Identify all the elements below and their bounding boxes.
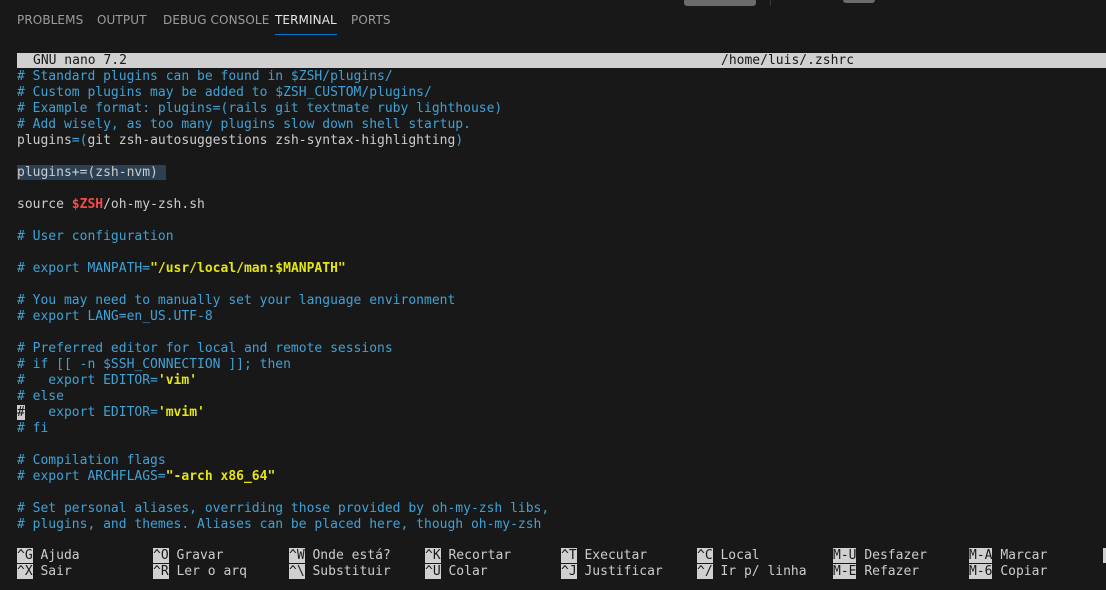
terminal-view[interactable]: GNU nano 7.2 /home/luis/.zshrc # Standar… xyxy=(0,40,1106,590)
editor-line[interactable]: # Custom plugins may be added to $ZSH_CU… xyxy=(17,85,432,101)
editor-line[interactable]: source $ZSH/oh-my-zsh.sh xyxy=(17,197,205,213)
shortcut-where-is[interactable]: ^W Onde está? xyxy=(289,548,391,564)
editor-line[interactable]: # fi xyxy=(17,421,48,437)
shortcut-mark[interactable]: M-A Marcar xyxy=(969,548,1047,564)
nano-title-bar: GNU nano 7.2 /home/luis/.zshrc xyxy=(17,53,1106,68)
plugins-list: git zsh-autosuggestions zsh-syntax-highl… xyxy=(87,133,456,148)
zsh-variable: $ZSH xyxy=(71,197,104,212)
string-literal: "-arch x86_64" xyxy=(165,469,276,484)
shortcut-exit[interactable]: ^X Sair xyxy=(17,564,72,580)
shortcut-undo[interactable]: M-U Desfazer xyxy=(833,548,927,564)
tab-terminal[interactable]: TERMINAL xyxy=(275,13,337,35)
editor-line[interactable]: # You may need to manually set your lang… xyxy=(17,293,455,309)
editor-line[interactable]: # plugins, and themes. Aliases can be pl… xyxy=(17,517,541,533)
source-path: /oh-my-zsh.sh xyxy=(103,197,205,212)
editor-line[interactable]: # if [[ -n $SSH_CONNECTION ]]; then xyxy=(17,357,291,373)
shortcut-go-to-line[interactable]: ^/ Ir p/ linha xyxy=(697,564,807,580)
editor-line[interactable]: # export ARCHFLAGS="-arch x86_64" xyxy=(17,469,275,485)
editor-line[interactable]: # Example format: plugins=(rails git tex… xyxy=(17,101,502,117)
comment-text: # export MANPATH= xyxy=(17,261,151,276)
shortcut-help[interactable]: ^G Ajuda xyxy=(17,548,80,564)
paren-close: ) xyxy=(455,133,464,148)
editor-line[interactable]: plugins=(git zsh-autosuggestions zsh-syn… xyxy=(17,133,463,149)
editor-line[interactable]: # Set personal aliases, overriding those… xyxy=(17,501,549,517)
tab-output[interactable]: OUTPUT xyxy=(97,13,147,27)
editor-line[interactable]: # Compilation flags xyxy=(17,453,166,469)
shortcut-read-file[interactable]: ^R Ler o arq xyxy=(153,564,247,580)
shortcut-replace[interactable]: ^\ Substituir xyxy=(289,564,391,580)
editor-overflow-remnant xyxy=(843,0,875,3)
string-literal: 'vim' xyxy=(157,373,198,388)
nano-version: GNU nano 7.2 xyxy=(33,53,127,68)
comment-text: # export EDITOR= xyxy=(17,373,158,388)
tab-problems[interactable]: PROBLEMS xyxy=(17,13,83,27)
text-cursor: # xyxy=(17,405,25,420)
selected-text: plugins+=(zsh-nvm) xyxy=(17,165,166,180)
panel-header: PROBLEMS OUTPUT DEBUG CONSOLE TERMINAL P… xyxy=(0,0,1106,40)
tab-ports[interactable]: PORTS xyxy=(351,13,391,27)
editor-line[interactable]: # Add wisely, as too many plugins slow d… xyxy=(17,117,471,133)
editor-line[interactable]: # export EDITOR='vim' xyxy=(17,373,197,389)
editor-overflow-remnant xyxy=(770,0,771,6)
editor-line[interactable]: # export LANG=en_US.UTF-8 xyxy=(17,309,213,325)
file-path: /home/luis/.zshrc xyxy=(721,53,855,68)
editor-line[interactable]: # export EDITOR='mvim' xyxy=(17,405,205,421)
editor-line[interactable]: # Standard plugins can be found in $ZSH/… xyxy=(17,69,393,85)
shortcut-redo[interactable]: M-E Refazer xyxy=(833,564,919,580)
editor-line[interactable]: plugins+=(zsh-nvm) xyxy=(17,165,166,181)
shortcut-location[interactable]: ^C Local xyxy=(697,548,760,564)
paren-open: =( xyxy=(71,133,88,148)
shortcut-save[interactable]: ^O Gravar xyxy=(153,548,223,564)
shortcut-execute[interactable]: ^T Executar xyxy=(561,548,647,564)
shortcut-paste[interactable]: ^U Colar xyxy=(425,564,488,580)
editor-line[interactable]: # else xyxy=(17,389,64,405)
shortcut-cut[interactable]: ^K Recortar xyxy=(425,548,511,564)
string-literal: 'mvim' xyxy=(157,405,205,420)
comment-text: export EDITOR= xyxy=(24,405,158,420)
source-keyword: source xyxy=(17,197,72,212)
comment-text: # export ARCHFLAGS= xyxy=(17,469,166,484)
editor-line[interactable]: # User configuration xyxy=(17,229,174,245)
plugins-keyword: plugins xyxy=(17,133,72,148)
tab-debug-console[interactable]: DEBUG CONSOLE xyxy=(163,13,269,27)
shortcut-copy[interactable]: M-6 Copiar xyxy=(969,564,1047,580)
string-literal: "/usr/local/man:$MANPATH" xyxy=(150,261,346,276)
editor-line[interactable]: # Preferred editor for local and remote … xyxy=(17,341,393,357)
editor-overflow-remnant xyxy=(684,0,756,6)
editor-line[interactable]: # export MANPATH="/usr/local/man:$MANPAT… xyxy=(17,261,346,277)
shortcut-justify[interactable]: ^J Justificar xyxy=(561,564,663,580)
